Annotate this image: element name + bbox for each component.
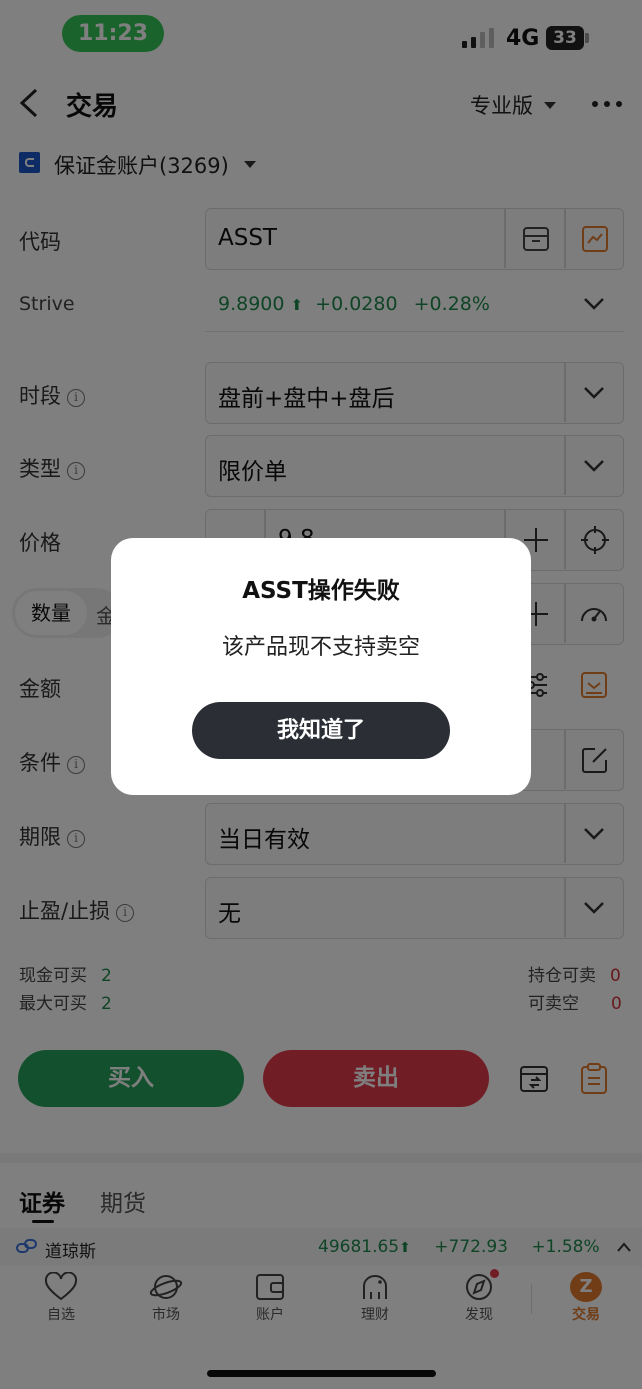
acknowledge-button[interactable]: 我知道了 <box>192 702 450 759</box>
dialog-message: 该产品现不支持卖空 <box>221 635 420 660</box>
dialog-title: ASST操作失败 <box>242 578 400 604</box>
